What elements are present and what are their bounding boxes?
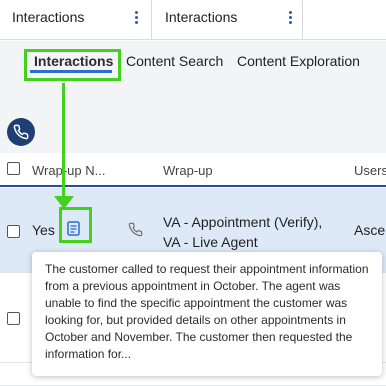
kebab-icon[interactable] bbox=[129, 6, 143, 28]
phone-button[interactable] bbox=[7, 118, 35, 146]
wrapup-note-tooltip: The customer called to request their app… bbox=[32, 252, 382, 376]
tab-interactions-2[interactable]: Interactions bbox=[153, 0, 303, 39]
wrapup-line: VA - Appointment (Verify), bbox=[163, 214, 323, 230]
wrapup-value: VA - Appointment (Verify), VA - Live Age… bbox=[163, 212, 322, 252]
top-tab-bar: Interactions Interactions bbox=[0, 0, 386, 40]
tab-label: Interactions bbox=[12, 9, 85, 25]
wrapup-line: VA - Live Agent bbox=[163, 234, 258, 250]
kebab-icon[interactable] bbox=[283, 6, 297, 28]
wrapup-note-value: Yes bbox=[32, 222, 55, 238]
header-users[interactable]: Users bbox=[354, 163, 386, 178]
annotation-arrow bbox=[62, 83, 65, 199]
tab-interactions-1[interactable]: Interactions bbox=[0, 0, 152, 39]
header-wrapup-notes[interactable]: Wrap-up N... bbox=[32, 163, 105, 178]
row-checkbox[interactable] bbox=[7, 312, 20, 325]
select-all-checkbox[interactable] bbox=[7, 162, 20, 175]
subtab-content-exploration[interactable]: Content Exploration bbox=[237, 53, 360, 69]
highlight-box-note-icon bbox=[59, 207, 92, 243]
tab-label: Interactions bbox=[165, 9, 238, 25]
users-value: Ascen bbox=[354, 222, 386, 238]
subtab-content-search[interactable]: Content Search bbox=[126, 53, 223, 69]
arrowhead-icon bbox=[54, 196, 74, 209]
row-checkbox[interactable] bbox=[7, 225, 20, 238]
call-icon bbox=[128, 222, 143, 242]
toolbar bbox=[0, 83, 386, 153]
header-wrapup[interactable]: Wrap-up bbox=[163, 163, 213, 178]
highlight-box-interactions-tab bbox=[24, 49, 121, 81]
table-header: Wrap-up N... Wrap-up Users bbox=[0, 153, 386, 187]
phone-icon bbox=[13, 124, 29, 140]
